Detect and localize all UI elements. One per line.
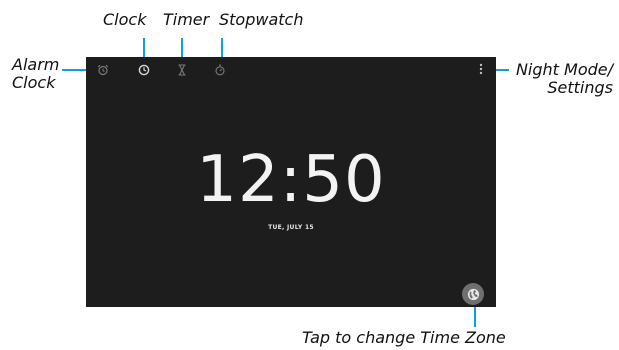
hourglass-icon <box>178 64 186 76</box>
callout-stopwatch: Stopwatch <box>219 10 304 29</box>
callout-alarm-line2: Clock <box>12 73 56 92</box>
callout-night-mode-settings: Night Mode/ Settings <box>516 61 613 97</box>
globe-icon <box>467 288 479 300</box>
tab-timer[interactable] <box>175 63 189 77</box>
callout-night-line1: Night Mode/ <box>515 60 613 79</box>
stopwatch-icon <box>215 64 225 76</box>
tab-clock[interactable] <box>137 63 151 77</box>
callout-timer: Timer <box>163 10 210 29</box>
alarm-clock-icon <box>97 64 109 76</box>
current-time: 12:50 <box>196 143 386 217</box>
clock-app-screen: 12:50 TUE, JULY 15 <box>86 57 496 307</box>
clock-icon <box>138 64 150 76</box>
change-timezone-button[interactable] <box>462 283 484 305</box>
callout-timezone: Tap to change Time Zone <box>302 328 506 347</box>
night-mode-settings-menu-button[interactable] <box>475 62 487 76</box>
callout-alarm-line1: Alarm <box>12 55 60 74</box>
vertical-dots-icon <box>479 63 483 75</box>
tab-alarm-clock[interactable] <box>96 63 110 77</box>
callout-clock: Clock <box>103 10 147 29</box>
callout-night-line2: Settings <box>547 78 613 97</box>
tab-stopwatch[interactable] <box>213 63 227 77</box>
callout-alarm-clock: Alarm Clock <box>12 56 59 92</box>
current-date: TUE, JULY 15 <box>268 224 314 231</box>
